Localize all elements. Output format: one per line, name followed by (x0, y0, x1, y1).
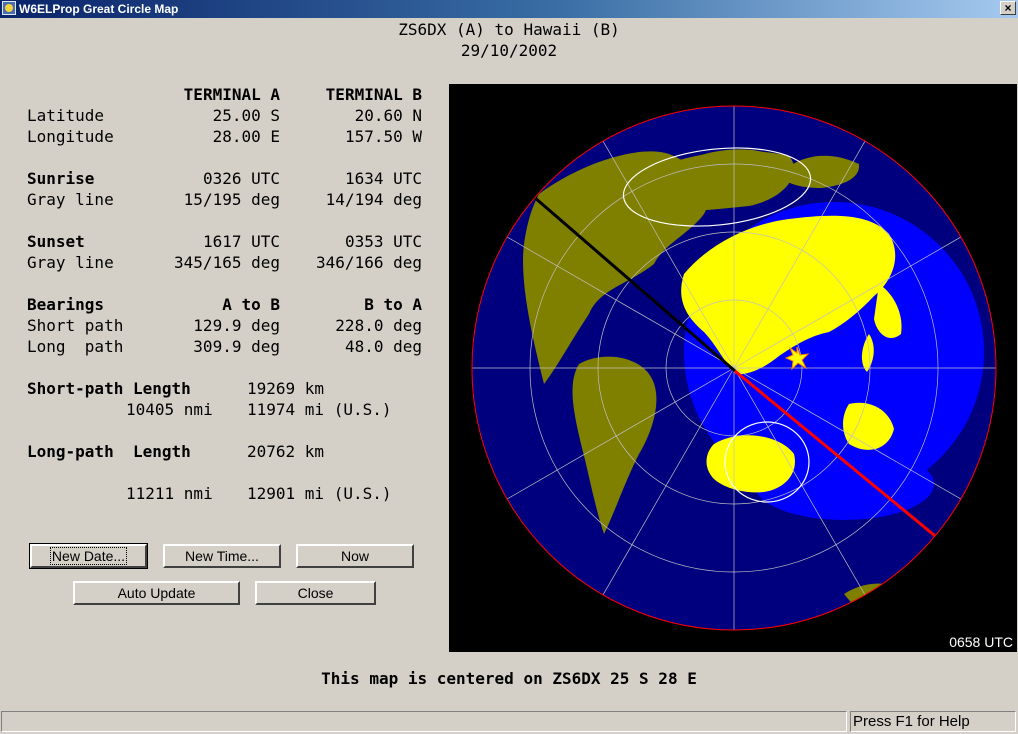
map-caption: This map is centered on ZS6DX 25 S 28 E (321, 669, 697, 688)
latitude-label: Latitude (27, 106, 105, 125)
sunrise-b: 1634 UTC (344, 169, 422, 188)
close-button[interactable]: Close (255, 581, 376, 605)
long-path-b: 48.0 deg (344, 337, 422, 356)
new-time-button[interactable]: New Time... (163, 544, 281, 568)
map-time-label: 0658 UTC (949, 634, 1013, 650)
route-title: ZS6DX (A) to Hawaii (B) (398, 20, 620, 39)
sunrise-grayline-a: 15/195 deg (183, 190, 280, 209)
sunset-b: 0353 UTC (344, 232, 422, 251)
longitude-label: Longitude (27, 127, 114, 146)
sunrise-label: Sunrise (27, 169, 95, 188)
long-path-mi: 12901 mi (U.S.) (247, 484, 392, 503)
status-panel (1, 711, 847, 732)
short-path-a: 129.9 deg (193, 316, 280, 335)
long-path-km: 20762 km (247, 442, 325, 461)
short-path-b: 228.0 deg (335, 316, 422, 335)
bearings-b-to-a: B to A (364, 295, 422, 314)
sunset-a: 1617 UTC (202, 232, 280, 251)
status-bar: Press F1 for Help (0, 710, 1018, 734)
sunrise-grayline-b: 14/194 deg (325, 190, 422, 209)
sunrise-grayline-label: Gray line (27, 190, 114, 209)
short-path-label: Short path (27, 316, 124, 335)
short-path-nmi: 10405 nmi (126, 400, 213, 419)
long-path-label: Long path (27, 337, 124, 356)
auto-update-button[interactable]: Auto Update (73, 581, 240, 605)
terminal-b-header: TERMINAL B (325, 85, 422, 104)
azimuthal-map-svg (471, 105, 997, 631)
sunrise-a: 0326 UTC (202, 169, 280, 188)
sunset-label: Sunset (27, 232, 85, 251)
short-path-km: 19269 km (247, 379, 325, 398)
now-button[interactable]: Now (296, 544, 414, 568)
title-bar: W6ELProp Great Circle Map × (0, 0, 1018, 18)
app-icon (2, 1, 16, 15)
date-label: 29/10/2002 (460, 41, 558, 60)
bearings-label: Bearings (27, 295, 105, 314)
bearings-a-to-b: A to B (222, 295, 280, 314)
latitude-b: 20.60 N (354, 106, 422, 125)
long-path-nmi: 11211 nmi (126, 484, 213, 503)
longitude-a: 28.00 E (212, 127, 280, 146)
sunset-grayline-label: Gray line (27, 253, 114, 272)
terminal-a-header: TERMINAL A (183, 85, 280, 104)
new-date-button[interactable]: New Date... (29, 543, 148, 569)
window-title: W6ELProp Great Circle Map (19, 2, 179, 16)
sunset-grayline-b: 346/166 deg (316, 253, 422, 272)
short-path-mi: 11974 mi (U.S.) (247, 400, 392, 419)
longitude-b: 157.50 W (344, 127, 422, 146)
latitude-a: 25.00 S (212, 106, 280, 125)
help-hint: Press F1 for Help (850, 711, 1016, 732)
great-circle-map: 0658 UTC (449, 84, 1017, 652)
close-window-button[interactable]: × (1000, 1, 1016, 15)
new-date-button-label: New Date... (49, 547, 128, 565)
sunset-grayline-a: 345/165 deg (174, 253, 280, 272)
long-path-a: 309.9 deg (193, 337, 280, 356)
short-path-length-label: Short-path Length (27, 379, 191, 398)
long-path-length-label: Long-path Length (27, 442, 191, 461)
